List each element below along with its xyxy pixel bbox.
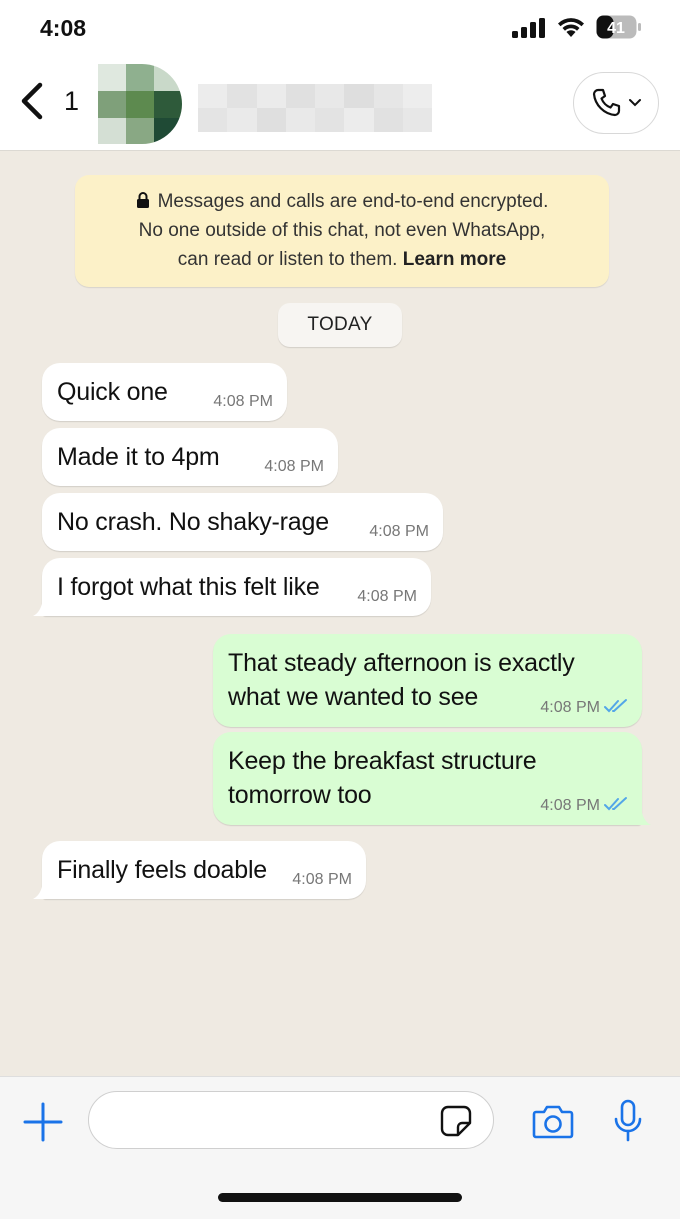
status-bar: 4:08 41 <box>0 0 680 56</box>
home-indicator <box>218 1193 462 1202</box>
lock-icon <box>136 192 149 208</box>
microphone-icon[interactable] <box>612 1099 644 1143</box>
phone-icon <box>592 88 621 117</box>
chat-area: Messages and calls are end-to-end encryp… <box>0 151 680 1076</box>
message-time: 4:08 PM <box>369 523 429 540</box>
status-time: 4:08 <box>40 15 87 41</box>
outgoing-message[interactable]: Keep the breakfast structure tomorrow to… <box>213 732 651 825</box>
incoming-message[interactable]: Made it to 4pm 4:08 PM <box>42 428 338 486</box>
battery-icon: 41 <box>596 15 641 39</box>
back-button[interactable]: 1 <box>18 76 88 126</box>
message-time: 4:08 PM <box>540 699 600 716</box>
avatar[interactable] <box>98 64 182 144</box>
contact-name-redacted[interactable] <box>198 84 432 132</box>
message-text: Finally feels doable <box>57 856 268 884</box>
encryption-line-2: No one outside of this chat, not even Wh… <box>138 220 546 241</box>
message-time: 4:08 PM <box>540 797 600 814</box>
outgoing-message[interactable]: That steady afternoon is exactly what we… <box>213 634 642 727</box>
bubble-tail <box>33 881 49 899</box>
composer-bar <box>0 1076 680 1219</box>
message-time: 4:08 PM <box>264 458 324 475</box>
battery-level: 41 <box>607 20 625 37</box>
incoming-message[interactable]: No crash. No shaky-rage 4:08 PM <box>42 493 443 551</box>
encryption-line-1: Messages and calls are end-to-end encryp… <box>75 187 609 216</box>
message-input[interactable] <box>88 1091 494 1149</box>
message-text: Quick one <box>57 378 168 406</box>
chat-header: 1 <box>0 56 680 151</box>
camera-icon[interactable] <box>532 1103 574 1139</box>
chevron-down-icon <box>629 99 641 107</box>
message-text-line-2: what we wanted to see <box>228 683 479 711</box>
plus-icon[interactable] <box>22 1101 64 1143</box>
encryption-notice[interactable]: Messages and calls are end-to-end encryp… <box>75 175 609 287</box>
message-text-line-2: tomorrow too <box>228 781 372 809</box>
message-time: 4:08 PM <box>213 393 273 410</box>
message-time: 4:08 PM <box>292 871 352 888</box>
bubble-tail <box>33 598 49 616</box>
message-text: No crash. No shaky-rage <box>57 508 329 536</box>
chevron-left-icon <box>21 82 43 120</box>
message-text-line-1: That steady afternoon is exactly <box>228 649 575 677</box>
sticker-icon[interactable] <box>440 1105 472 1137</box>
read-ticks-icon <box>604 797 627 811</box>
bubble-tail <box>635 807 651 825</box>
message-text: Made it to 4pm <box>57 443 220 471</box>
message-time: 4:08 PM <box>357 588 417 605</box>
unread-count: 1 <box>64 85 80 116</box>
call-button[interactable] <box>573 72 659 134</box>
date-separator: TODAY <box>278 303 402 347</box>
learn-more-link[interactable]: Learn more <box>403 249 506 270</box>
incoming-message[interactable]: I forgot what this felt like 4:08 PM <box>33 558 431 616</box>
read-ticks-icon <box>604 699 627 713</box>
cellular-signal-icon <box>512 18 545 38</box>
message-text-line-1: Keep the breakfast structure <box>228 747 537 775</box>
encryption-line-3: can read or listen to them. Learn more <box>177 249 507 270</box>
incoming-message[interactable]: Finally feels doable 4:08 PM <box>33 841 366 899</box>
message-text: I forgot what this felt like <box>57 573 320 601</box>
incoming-message[interactable]: Quick one 4:08 PM <box>42 363 287 421</box>
wifi-icon <box>558 18 584 37</box>
